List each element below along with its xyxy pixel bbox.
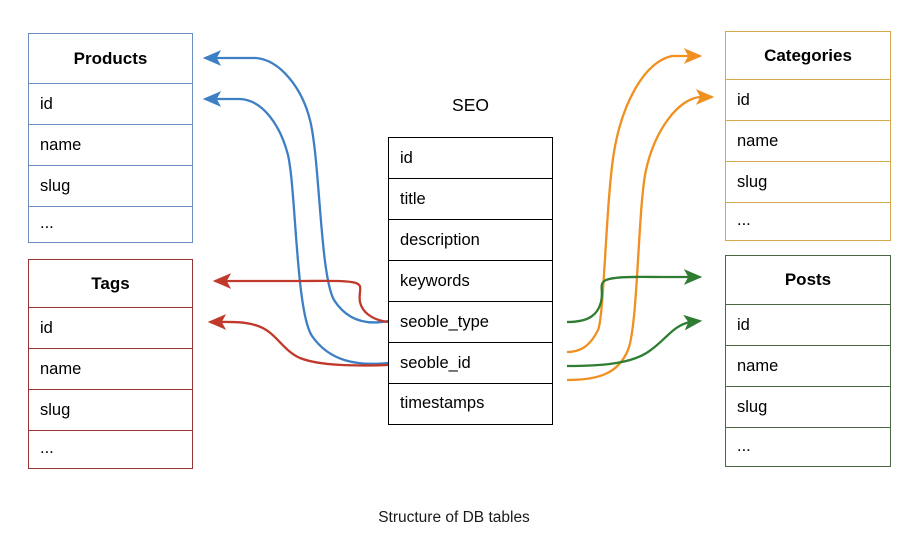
table-products-column-label: name — [40, 135, 82, 154]
table-seo-row-seoble-id: seoble_id — [389, 343, 552, 384]
table-posts-row: slug — [726, 387, 890, 428]
table-products[interactable]: Products id name slug ... — [28, 33, 193, 243]
table-tags-column-label: slug — [40, 400, 71, 419]
table-posts-title: Posts — [726, 256, 890, 305]
table-products-column-label: id — [40, 94, 53, 113]
table-products-row: ... — [29, 207, 192, 240]
table-products-row: slug — [29, 166, 192, 207]
table-categories-title-text: Categories — [764, 45, 852, 65]
table-posts-row: ... — [726, 428, 890, 464]
table-seo-title-text: SEO — [452, 95, 489, 115]
table-categories-column-label: ... — [737, 211, 751, 229]
table-seo-row: title — [389, 179, 552, 220]
table-tags-column-label: name — [40, 359, 82, 378]
table-categories-row: id — [726, 80, 890, 121]
table-seo-column-label: id — [400, 148, 413, 167]
table-tags-row: id — [29, 308, 192, 349]
edge-seo-categories-title — [566, 48, 703, 354]
diagram-caption-text: Structure of DB tables — [378, 509, 530, 526]
table-categories-row: slug — [726, 162, 890, 203]
table-categories-row: ... — [726, 203, 890, 238]
edge-seo-categories-id — [566, 89, 715, 382]
table-products-row: name — [29, 125, 192, 166]
table-categories[interactable]: Categories id name slug ... — [725, 31, 891, 241]
table-seo[interactable]: id title description keywords seoble_typ… — [388, 137, 553, 425]
table-seo-title: SEO — [388, 95, 553, 116]
table-tags-column-label: id — [40, 318, 53, 337]
table-posts-column-label: slug — [737, 397, 768, 416]
table-seo-column-label: keywords — [400, 271, 470, 290]
table-tags[interactable]: Tags id name slug ... — [28, 259, 193, 469]
table-posts[interactable]: Posts id name slug ... — [725, 255, 891, 467]
table-products-title: Products — [29, 34, 192, 84]
table-posts-title-text: Posts — [784, 270, 832, 289]
table-posts-column-label: name — [737, 356, 779, 375]
table-categories-title: Categories — [726, 32, 890, 80]
table-categories-column-label: id — [737, 90, 750, 109]
table-products-column-label: slug — [40, 176, 71, 195]
table-seo-column-label: seoble_id — [400, 353, 471, 372]
table-seo-column-label: description — [400, 230, 480, 249]
table-products-title-text: Products — [73, 48, 148, 68]
table-seo-row: id — [389, 138, 552, 179]
table-posts-column-label: ... — [737, 436, 751, 455]
table-tags-row: name — [29, 349, 192, 390]
table-seo-row: description — [389, 220, 552, 261]
table-products-column-label: ... — [40, 214, 54, 232]
edge-seo-tags-id — [207, 314, 389, 367]
table-seo-row-seoble-type: seoble_type — [389, 302, 552, 343]
table-seo-row: keywords — [389, 261, 552, 302]
edge-seo-posts-id — [566, 314, 703, 368]
edge-seo-products-id — [202, 91, 389, 365]
table-posts-row: name — [726, 346, 890, 387]
table-tags-column-label: ... — [40, 439, 54, 457]
table-seo-column-label: seoble_type — [400, 312, 489, 331]
edge-seo-products-title — [202, 50, 389, 324]
table-seo-column-label: title — [400, 189, 426, 208]
table-tags-title: Tags — [29, 260, 192, 308]
table-products-row: id — [29, 84, 192, 125]
table-posts-row: id — [726, 305, 890, 346]
table-seo-column-label: timestamps — [400, 394, 485, 412]
edge-seo-tags-title — [212, 273, 389, 324]
table-categories-column-label: name — [737, 131, 779, 150]
table-posts-column-label: id — [737, 315, 750, 334]
table-tags-row: ... — [29, 431, 192, 466]
edge-seo-posts-title — [566, 269, 703, 324]
table-categories-row: name — [726, 121, 890, 162]
table-categories-column-label: slug — [737, 172, 768, 191]
diagram-canvas: Products id name slug ... Tags id name s… — [0, 0, 908, 543]
table-seo-row: timestamps — [389, 384, 552, 423]
table-tags-title-text: Tags — [91, 273, 130, 293]
table-tags-row: slug — [29, 390, 192, 431]
diagram-caption: Structure of DB tables — [0, 509, 908, 527]
